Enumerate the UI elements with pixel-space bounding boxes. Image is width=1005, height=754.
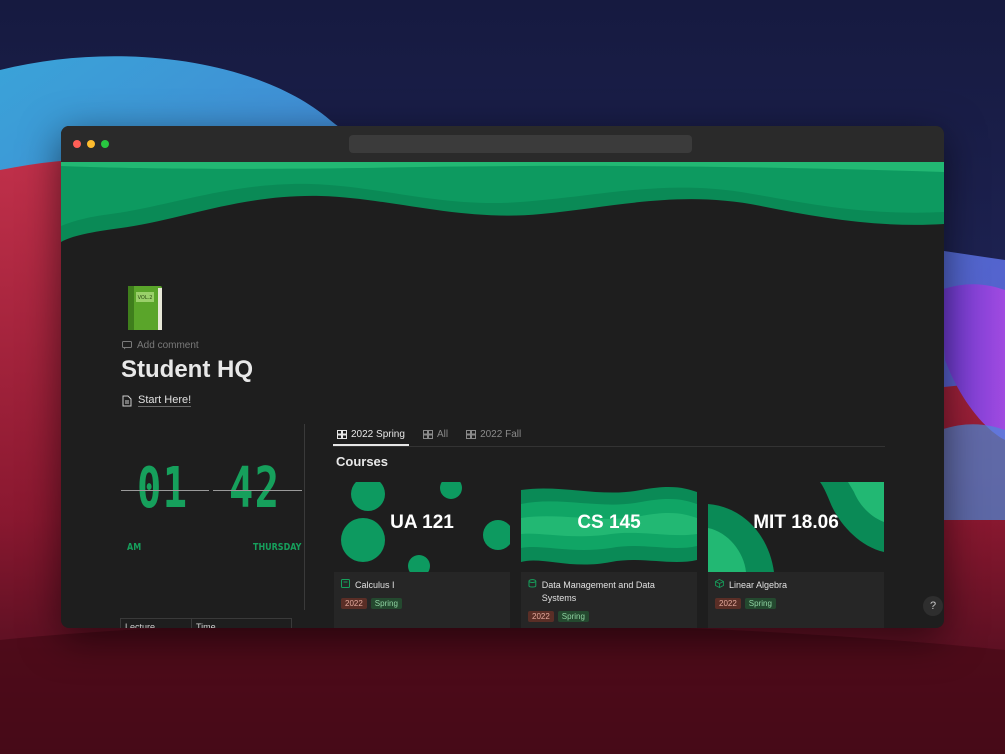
minimize-window-button[interactable] (87, 140, 95, 148)
page-document-icon (122, 395, 132, 406)
clock-day: THURSDAY (253, 542, 302, 553)
tab-label: 2022 Fall (480, 429, 522, 440)
help-button[interactable]: ? (923, 596, 943, 616)
table-header-lecture: Lecture (121, 619, 192, 628)
green-book-icon[interactable]: VOL.2 (124, 284, 166, 334)
card-course-name: Calculus I (341, 579, 501, 592)
clock-divider-line (121, 490, 209, 491)
page-title: Student HQ (121, 356, 253, 383)
database-view-tabs: 2022 Spring All 2022 Fall (333, 424, 885, 447)
year-tag: 2022 (341, 598, 367, 609)
page-cover-image[interactable] (61, 162, 944, 242)
flip-clock-widget: 01 42 AM THURSDAY (119, 456, 304, 556)
comment-icon (122, 341, 132, 350)
course-card-calculus[interactable]: UA 121 Calculus I 2022 Spring (334, 482, 510, 628)
clock-hour: 01 (137, 456, 189, 521)
window-titlebar (61, 126, 944, 162)
gallery-view-icon (337, 429, 347, 439)
schedule-table-header: Lecture Time (120, 618, 292, 628)
course-card-data-management[interactable]: CS 145 Data Management and Data Systems … (521, 482, 697, 628)
browser-window: VOL.2 Add comment Student HQ Start Here!… (61, 126, 944, 628)
card-tags: 2022 Spring (528, 611, 589, 622)
clock-minute: 42 (229, 456, 281, 521)
start-here-label: Start Here! (138, 394, 192, 407)
year-tag: 2022 (528, 611, 554, 622)
notebook-icon (341, 579, 350, 588)
table-header-time: Time (196, 622, 216, 628)
tab-label: 2022 Spring (351, 428, 405, 440)
clock-divider-line (213, 490, 302, 491)
address-bar[interactable] (349, 135, 692, 153)
add-comment-label: Add comment (137, 340, 199, 351)
card-course-title: Data Management and Data Systems (541, 580, 655, 603)
card-cover-title: MIT 18.06 (753, 512, 839, 533)
clock-period: AM (127, 542, 142, 553)
svg-text:VOL.2: VOL.2 (138, 295, 153, 301)
card-cover-title: UA 121 (390, 512, 454, 533)
card-cover-title: CS 145 (577, 512, 641, 533)
start-here-link[interactable]: Start Here! (122, 394, 192, 407)
year-tag: 2022 (715, 598, 741, 609)
term-tag: Spring (557, 611, 589, 622)
card-tags: 2022 Spring (715, 598, 776, 609)
term-tag: Spring (370, 598, 402, 609)
tab-2022-fall[interactable]: 2022 Fall (462, 424, 525, 445)
close-window-button[interactable] (73, 140, 81, 148)
card-course-name: Linear Algebra (715, 579, 875, 592)
courses-section-title: Courses (336, 454, 389, 469)
tab-2022-spring[interactable]: 2022 Spring (333, 424, 409, 446)
card-tags: 2022 Spring (341, 598, 402, 609)
gallery-view-icon (466, 430, 477, 439)
tab-all[interactable]: All (419, 424, 452, 445)
term-tag: Spring (744, 598, 776, 609)
add-comment-button[interactable]: Add comment (122, 340, 199, 351)
cube-icon (715, 579, 724, 588)
tab-label: All (436, 429, 449, 440)
card-course-title: Calculus I (355, 580, 395, 590)
maximize-window-button[interactable] (101, 140, 109, 148)
course-card-linear-algebra[interactable]: MIT 18.06 Linear Algebra 2022 Spring (708, 482, 884, 628)
card-course-name: Data Management and Data Systems (528, 579, 688, 605)
database-icon (528, 579, 537, 588)
card-course-title: Linear Algebra (729, 580, 788, 590)
gallery-view-icon (422, 430, 433, 439)
column-divider (304, 424, 305, 610)
